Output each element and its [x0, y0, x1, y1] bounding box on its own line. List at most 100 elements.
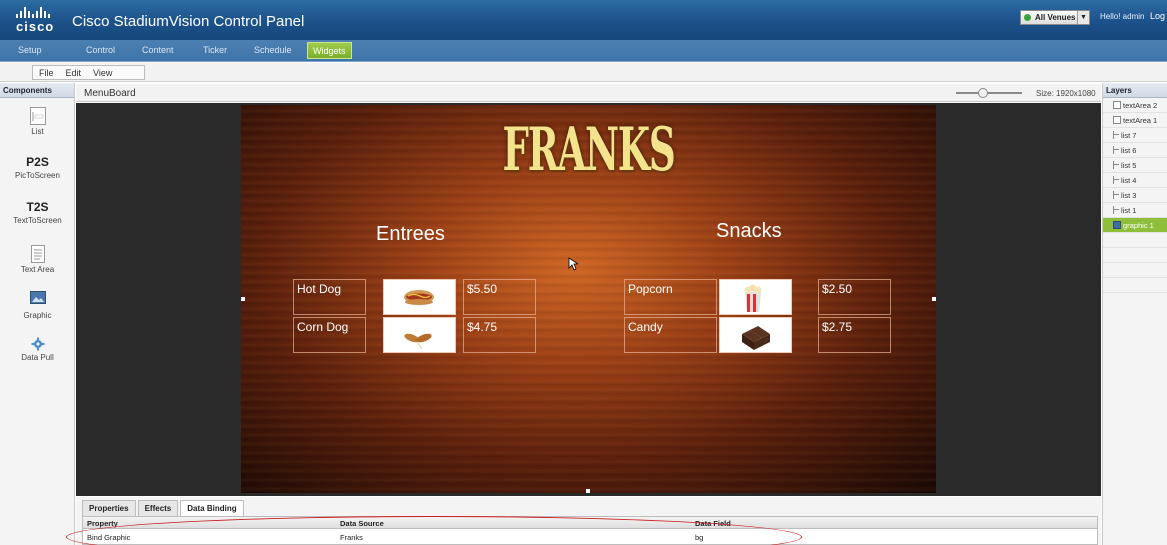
- cisco-logo-bars: [16, 7, 50, 18]
- board-title[interactable]: FRANKS: [373, 115, 804, 185]
- venue-select[interactable]: All Venues ▼: [1020, 10, 1090, 25]
- menu-bar: File Edit View: [0, 63, 1167, 82]
- nav-tab-ticker[interactable]: Ticker: [203, 45, 227, 55]
- table-cell-data-source[interactable]: Franks: [340, 533, 363, 542]
- item-price-cell[interactable]: $2.50: [818, 279, 891, 315]
- item-price-cell[interactable]: $5.50: [463, 279, 536, 315]
- zoom-slider-thumb[interactable]: [978, 88, 988, 98]
- popcorn-image[interactable]: [719, 279, 792, 315]
- item-name-cell[interactable]: Corn Dog: [293, 317, 366, 353]
- list-icon: [1113, 161, 1119, 169]
- nav-tab-widgets[interactable]: Widgets: [307, 42, 352, 59]
- graphic-icon: [29, 291, 46, 304]
- layer-item-graphic-1[interactable]: graphic 1: [1103, 218, 1167, 233]
- item-price-cell[interactable]: $4.75: [463, 317, 536, 353]
- layers-panel: Layers textArea 2 textArea 1 list 7 list…: [1102, 83, 1167, 545]
- canvas-header: MenuBoard Size: 1920x1080: [76, 84, 1101, 102]
- nav-tab-control[interactable]: Control: [86, 45, 115, 55]
- component-list[interactable]: List: [0, 107, 75, 136]
- layer-empty-row: [1103, 278, 1167, 293]
- venue-status-icon: [1024, 14, 1031, 21]
- list-icon: [1113, 191, 1119, 199]
- component-texttoscreen[interactable]: T2S TextToScreen: [0, 200, 75, 225]
- resize-handle-bottom[interactable]: [586, 489, 590, 493]
- list-icon: [1113, 146, 1119, 154]
- nav-tab-schedule[interactable]: Schedule: [254, 45, 292, 55]
- cisco-logo: cisco: [16, 5, 62, 35]
- layer-item-label: textArea 2: [1123, 100, 1158, 110]
- item-name-cell[interactable]: Popcorn: [624, 279, 717, 315]
- component-data-pull[interactable]: Data Pull: [0, 337, 75, 362]
- menu-group: File Edit View: [32, 65, 145, 80]
- table-cell-property: Bind Graphic: [87, 533, 131, 542]
- tab-data-binding[interactable]: Data Binding: [180, 500, 244, 517]
- list-icon: [1113, 176, 1119, 184]
- layer-item-list-6[interactable]: list 6: [1103, 143, 1167, 158]
- p2s-icon: P2S: [26, 155, 49, 169]
- logout-link[interactable]: Log: [1150, 11, 1165, 21]
- table-row[interactable]: Bind Graphic Franks bg: [83, 531, 1097, 543]
- nav-tab-content[interactable]: Content: [142, 45, 174, 55]
- tab-effects[interactable]: Effects: [137, 500, 179, 516]
- menu-edit[interactable]: Edit: [60, 68, 88, 78]
- app-header: cisco Cisco StadiumVision Control Panel …: [0, 0, 1167, 40]
- layer-item-label: list 1: [1121, 205, 1137, 215]
- menu-view[interactable]: View: [87, 68, 118, 78]
- text-area-icon: [1113, 116, 1121, 124]
- menu-board-stage[interactable]: FRANKS Entrees Snacks Hot Dog $5.50 Corn…: [241, 105, 936, 493]
- layer-item-list-4[interactable]: list 4: [1103, 173, 1167, 188]
- table-cell-data-field[interactable]: bg: [695, 533, 703, 542]
- layer-empty-row: [1103, 263, 1167, 278]
- layer-item-textarea-1[interactable]: textArea 1: [1103, 113, 1167, 128]
- section-heading-snacks[interactable]: Snacks: [716, 220, 782, 243]
- component-pictoscreen-label: PicToScreen: [15, 171, 60, 180]
- layer-item-label: list 6: [1121, 145, 1137, 155]
- layer-item-list-7[interactable]: list 7: [1103, 128, 1167, 143]
- resize-handle-left[interactable]: [241, 297, 245, 301]
- item-name-cell[interactable]: Candy: [624, 317, 717, 353]
- layer-item-list-5[interactable]: list 5: [1103, 158, 1167, 173]
- section-heading-entrees[interactable]: Entrees: [376, 223, 445, 246]
- component-list-label: List: [31, 127, 44, 136]
- column-header-data-field[interactable]: Data Field: [695, 519, 731, 528]
- layer-item-label: graphic 1: [1123, 220, 1154, 230]
- app-window: cisco Cisco StadiumVision Control Panel …: [0, 0, 1167, 545]
- component-graphic[interactable]: Graphic: [0, 291, 75, 320]
- component-texttoscreen-label: TextToScreen: [13, 216, 62, 225]
- item-price-cell[interactable]: $2.75: [818, 317, 891, 353]
- column-header-property[interactable]: Property: [87, 519, 118, 528]
- text-area-icon: [30, 245, 45, 263]
- table-header-row: Property Data Source Data Field: [83, 517, 1097, 529]
- nav-tab-setup[interactable]: Setup: [18, 45, 42, 55]
- component-pictoscreen[interactable]: P2S PicToScreen: [0, 155, 75, 180]
- layer-item-label: list 5: [1121, 160, 1137, 170]
- layer-item-textarea-2[interactable]: textArea 2: [1103, 98, 1167, 113]
- item-name-cell[interactable]: Hot Dog: [293, 279, 366, 315]
- main-nav: Setup Control Content Ticker Schedule Wi…: [0, 40, 1167, 62]
- column-header-data-source[interactable]: Data Source: [340, 519, 384, 528]
- component-graphic-label: Graphic: [23, 311, 52, 320]
- graphic-icon: [1113, 221, 1121, 229]
- canvas-title: MenuBoard: [84, 88, 136, 99]
- hot-dog-image[interactable]: [383, 279, 456, 315]
- menu-file[interactable]: File: [33, 68, 60, 78]
- cisco-logo-text: cisco: [16, 19, 55, 34]
- layer-item-list-1[interactable]: list 1: [1103, 203, 1167, 218]
- chevron-down-icon[interactable]: ▼: [1077, 11, 1089, 24]
- resize-handle-right[interactable]: [932, 297, 936, 301]
- component-text-area-label: Text Area: [20, 265, 55, 274]
- layers-header: Layers: [1103, 83, 1167, 98]
- corn-dog-image[interactable]: [383, 317, 456, 353]
- candy-image[interactable]: [719, 317, 792, 353]
- list-icon: [1113, 206, 1119, 214]
- layer-empty-row: [1103, 233, 1167, 248]
- t2s-icon: T2S: [26, 200, 49, 214]
- layer-item-list-3[interactable]: list 3: [1103, 188, 1167, 203]
- zoom-slider[interactable]: [956, 88, 1022, 98]
- tab-properties[interactable]: Properties: [82, 500, 136, 516]
- layer-item-label: list 7: [1121, 130, 1137, 140]
- user-greeting: Hello! admin: [1100, 12, 1145, 21]
- component-data-pull-label: Data Pull: [21, 353, 54, 362]
- component-text-area[interactable]: Text Area: [0, 245, 75, 274]
- layer-item-label: list 3: [1121, 190, 1137, 200]
